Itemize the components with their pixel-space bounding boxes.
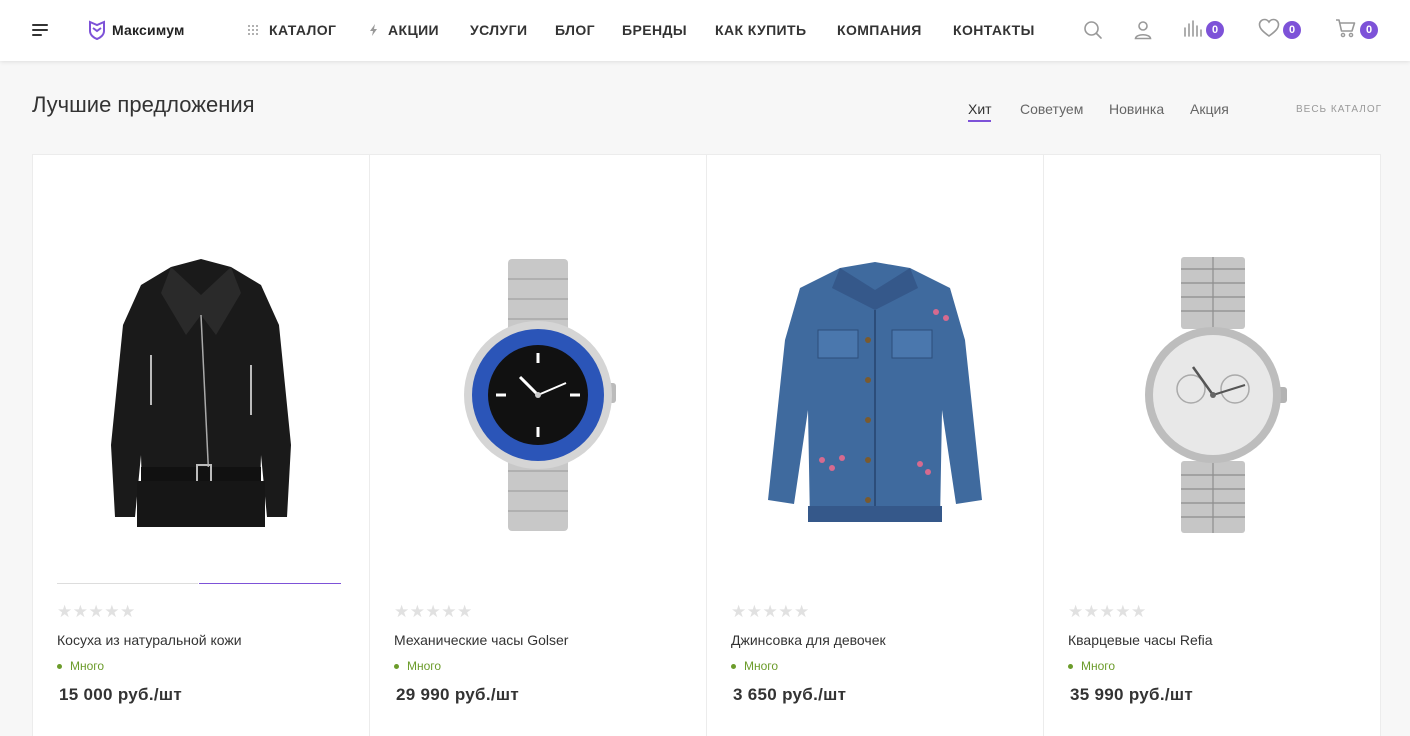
nav-item-services[interactable]: УСЛУГИ [470, 22, 527, 38]
tab-sale[interactable]: Акция [1190, 101, 1229, 117]
logo-shield-icon [89, 20, 105, 40]
logo[interactable]: Максимум [88, 19, 185, 41]
nav-label: БЛОГ [555, 22, 595, 38]
product-price: 3 650 руб./шт [733, 685, 847, 704]
product-name[interactable]: Механические часы Golser [394, 632, 568, 648]
compare-icon [1183, 18, 1203, 43]
product-price: 15 000 руб./шт [59, 685, 182, 704]
stock-status: Много [57, 659, 104, 673]
site-header: Максимум КАТАЛОГ АКЦИИ УСЛУГИ БЛОГ БРЕНД… [0, 0, 1410, 61]
product-card[interactable]: ★★★★★ Механические часы Golser Много 29 … [370, 155, 707, 736]
section-title: Лучшие предложения [32, 92, 255, 117]
tab-hit[interactable]: Хит [968, 101, 992, 117]
heart-icon [1258, 18, 1280, 43]
nav-label: КОМПАНИЯ [837, 22, 922, 38]
nav-label: БРЕНДЫ [622, 22, 687, 38]
cart-badge: 0 [1360, 21, 1378, 39]
compare-button[interactable]: 0 [1183, 19, 1224, 41]
product-card[interactable]: ★★★★★ Кварцевые часы Refia Много 35 990 … [1044, 155, 1381, 736]
grid-dots-icon [247, 24, 259, 36]
favorites-button[interactable]: 0 [1258, 18, 1301, 43]
product-price: 29 990 руб./шт [396, 685, 519, 704]
cart-icon [1335, 18, 1357, 43]
product-image-leather-jacket[interactable] [33, 195, 369, 595]
stock-label: Много [407, 659, 442, 673]
nav-item-catalog[interactable]: КАТАЛОГ [247, 22, 336, 38]
nav-item-sales[interactable]: АКЦИИ [369, 22, 439, 38]
rating-stars: ★★★★★ [1068, 602, 1147, 621]
product-name[interactable]: Косуха из натуральной кожи [57, 632, 242, 648]
stock-label: Много [70, 659, 105, 673]
nav-label: АКЦИИ [388, 22, 440, 38]
product-name[interactable]: Кварцевые часы Refia [1068, 632, 1213, 648]
rating-stars: ★★★★★ [731, 602, 810, 621]
stock-status: Много [394, 659, 441, 673]
tab-recommend[interactable]: Советуем [1020, 101, 1083, 117]
nav-label: КАТАЛОГ [269, 22, 337, 38]
stock-status: Много [1068, 659, 1115, 673]
product-grid: ★★★★★ Косуха из натуральной кожи Много 1… [32, 154, 1381, 736]
product-image-dive-watch[interactable] [370, 195, 706, 595]
compare-badge: 0 [1206, 21, 1224, 39]
nav-item-blog[interactable]: БЛОГ [555, 22, 595, 38]
product-image-denim-jacket[interactable] [707, 195, 1043, 595]
product-card[interactable]: ★★★★★ Джинсовка для девочек Много 3 650 … [707, 155, 1044, 736]
search-icon[interactable] [1083, 19, 1103, 41]
nav-label: КАК КУПИТЬ [715, 22, 807, 38]
lightning-icon [369, 24, 378, 36]
nav-item-contacts[interactable]: КОНТАКТЫ [953, 22, 1035, 38]
stock-label: Много [1081, 659, 1116, 673]
product-price: 35 990 руб./шт [1070, 685, 1193, 704]
logo-text: Максимум [112, 22, 185, 38]
product-name[interactable]: Джинсовка для девочек [731, 632, 886, 648]
rating-stars: ★★★★★ [57, 602, 136, 621]
all-catalog-link[interactable]: ВЕСЬ КАТАЛОГ [1296, 104, 1382, 115]
nav-item-how-to-buy[interactable]: КАК КУПИТЬ [715, 22, 806, 38]
stock-label: Много [744, 659, 779, 673]
user-icon[interactable] [1133, 19, 1153, 41]
nav-item-brands[interactable]: БРЕНДЫ [622, 22, 687, 38]
image-slider-indicator[interactable] [57, 583, 341, 585]
menu-burger-icon[interactable] [32, 24, 49, 37]
product-card[interactable]: ★★★★★ Косуха из натуральной кожи Много 1… [33, 155, 370, 736]
cart-button[interactable]: 0 [1335, 18, 1378, 43]
nav-item-company[interactable]: КОМПАНИЯ [837, 22, 922, 38]
rating-stars: ★★★★★ [394, 602, 473, 621]
stock-status: Много [731, 659, 778, 673]
nav-label: КОНТАКТЫ [953, 22, 1035, 38]
tab-new[interactable]: Новинка [1109, 101, 1164, 117]
favorites-badge: 0 [1283, 21, 1301, 39]
nav-label: УСЛУГИ [470, 22, 528, 38]
active-tab-indicator [968, 120, 991, 122]
product-image-chrono-watch[interactable] [1044, 195, 1381, 595]
